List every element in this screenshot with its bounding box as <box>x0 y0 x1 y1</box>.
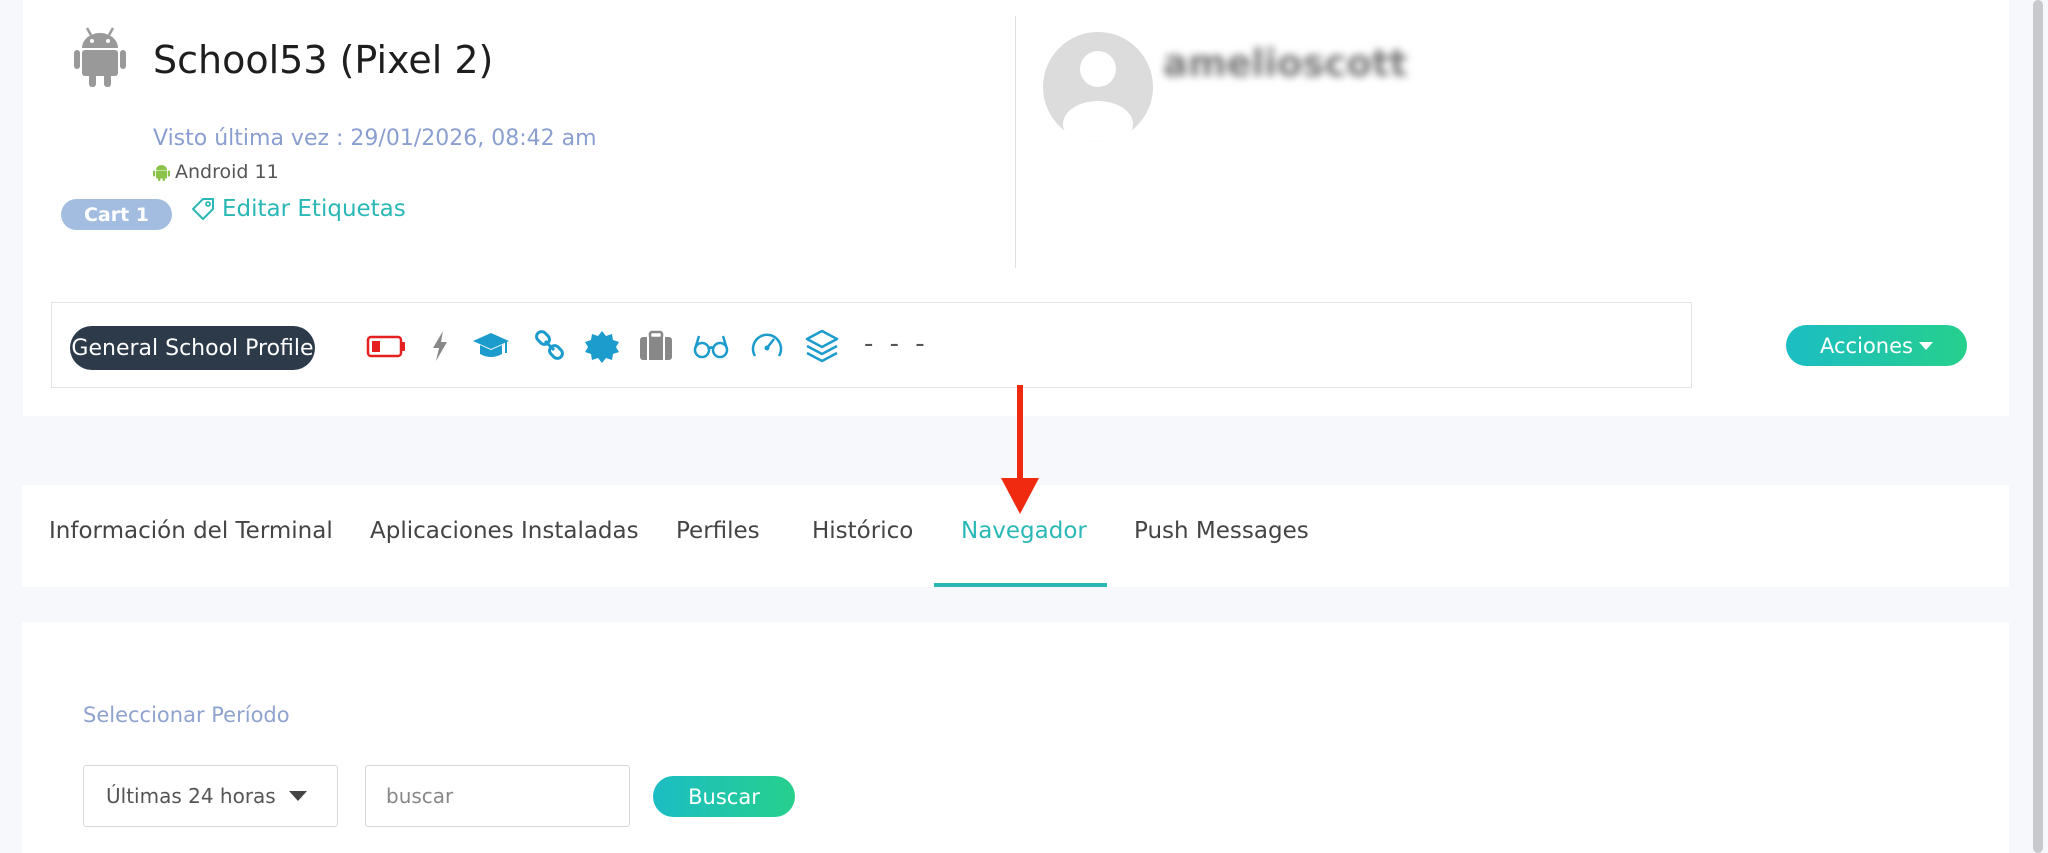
user-placeholder-icon <box>1063 51 1133 142</box>
certificate-icon[interactable] <box>580 324 624 368</box>
profile-badge[interactable]: General School Profile <box>70 326 315 370</box>
device-title: School53 (Pixel 2) <box>153 38 494 82</box>
user-avatar <box>1043 32 1153 142</box>
tab-installed-apps[interactable]: Aplicaciones Instaladas <box>370 518 639 544</box>
chevron-down-icon <box>289 791 307 801</box>
tab-device-info[interactable]: Información del Terminal <box>49 518 333 544</box>
active-tab-indicator <box>934 583 1107 587</box>
glasses-icon[interactable] <box>689 324 733 368</box>
battery-low-icon[interactable] <box>364 324 408 368</box>
period-select-value: Últimas 24 horas <box>106 784 276 808</box>
tag-icon <box>192 198 214 220</box>
tab-browser[interactable]: Navegador <box>961 518 1087 544</box>
tab-profiles[interactable]: Perfiles <box>676 518 760 544</box>
tab-history[interactable]: Histórico <box>812 518 913 544</box>
layers-icon[interactable] <box>800 324 844 368</box>
link-icon[interactable] <box>528 324 572 368</box>
android-small-icon <box>153 165 170 181</box>
actions-label: Acciones <box>1820 333 1913 358</box>
last-seen-text: Visto última vez : 29/01/2026, 08:42 am <box>153 126 597 151</box>
edit-tags-label: Editar Etiquetas <box>222 196 406 222</box>
actions-dropdown-button[interactable]: Acciones <box>1786 325 1967 366</box>
briefcase-icon[interactable] <box>634 324 678 368</box>
tag-badge: Cart 1 <box>61 199 172 230</box>
graduation-cap-icon[interactable] <box>469 324 513 368</box>
search-input[interactable] <box>365 765 630 827</box>
period-label: Seleccionar Período <box>83 703 290 727</box>
speedometer-icon[interactable] <box>745 324 789 368</box>
period-select[interactable]: Últimas 24 horas <box>83 765 338 827</box>
android-icon <box>74 27 126 87</box>
bolt-icon[interactable] <box>418 324 462 368</box>
tab-push-messages[interactable]: Push Messages <box>1134 518 1309 544</box>
scrollbar-thumb[interactable] <box>2033 0 2043 853</box>
caret-down-icon <box>1918 341 1933 350</box>
scrollbar[interactable] <box>2029 0 2048 853</box>
os-label: Android 11 <box>175 161 279 183</box>
status-placeholder: - - - <box>864 329 929 359</box>
annotation-arrow-shaft <box>1017 385 1023 485</box>
annotation-arrow-icon <box>1001 478 1039 514</box>
edit-tags-link[interactable]: Editar Etiquetas <box>190 196 406 222</box>
os-version: Android 11 <box>153 161 279 183</box>
username: amelioscott <box>1163 42 1408 85</box>
search-button[interactable]: Buscar <box>653 776 795 817</box>
header-divider <box>1015 16 1016 268</box>
